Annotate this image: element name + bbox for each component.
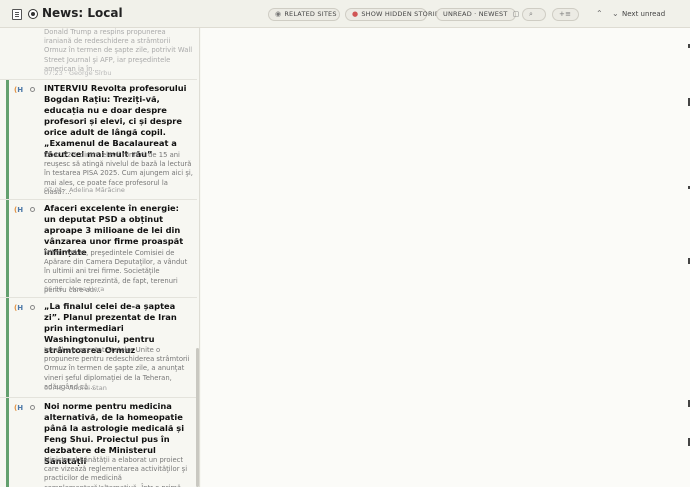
unread-dot-icon[interactable] — [30, 305, 35, 310]
chevron-down-nav-icon[interactable]: ⌄ — [612, 9, 619, 18]
story-meta: 07:01 · Adelina Mărăcine — [44, 186, 125, 194]
unread-indicator — [6, 200, 9, 297]
mark-read-icon: +≡ — [559, 10, 572, 18]
chevron-up-icon[interactable]: ⌃ — [596, 9, 603, 18]
unread-indicator — [6, 298, 9, 397]
show-hidden-stories-button[interactable]: ● SHOW HIDDEN STORIES — [345, 8, 443, 21]
unread-dot-icon[interactable] — [30, 207, 35, 212]
source-logo: H — [14, 86, 23, 94]
show-hidden-label: SHOW HIDDEN STORIES — [361, 10, 444, 18]
feed-title: News: Local — [42, 6, 123, 20]
story-time: 07:23 — [44, 69, 63, 77]
related-sites-label: RELATED SITES — [284, 10, 337, 18]
feed-header: News: Local ◉ RELATED SITES ● SHOW HIDDEN … — [0, 0, 690, 28]
story-snippet: Ministerul Sănătăţii a elaborat un proie… — [44, 456, 188, 487]
eye-icon: ◉ — [275, 10, 282, 18]
story-author: Adelina Mărăcine — [68, 186, 125, 194]
story-meta: 07:23 · George Sîrbu — [44, 69, 112, 77]
story-row[interactable]: H „La finalul celei de-a șaptea zi”. Pla… — [0, 298, 197, 398]
feed-icon — [12, 9, 22, 20]
source-logo: H — [14, 206, 23, 214]
story-content-pane — [201, 28, 690, 487]
story-meta: 06:56 · Mona Hera — [44, 285, 105, 293]
story-row[interactable]: H Afaceri excelente în energie: un deput… — [0, 200, 197, 298]
story-list[interactable]: Donald Trump a respins propunerea irania… — [0, 28, 200, 487]
related-sites-button[interactable]: ◉ RELATED SITES — [268, 8, 340, 21]
unread-dot-icon[interactable] — [30, 405, 35, 410]
story-row[interactable]: H Noi norme pentru medicina alternativă,… — [0, 398, 197, 487]
story-title[interactable]: INTERVIU Revolta profesorului Bogdan Raț… — [44, 83, 192, 160]
story-list-scrollbar[interactable] — [196, 348, 199, 487]
story-author: Mona Hera — [68, 285, 105, 293]
app-window: News: Local ◉ RELATED SITES ● SHOW HIDDEN … — [0, 0, 690, 487]
search-button[interactable]: ⌕ — [522, 8, 546, 21]
order-label: UNREAD · NEWEST — [443, 10, 508, 18]
story-meta: 00:46 · Andrei Stan — [44, 384, 107, 392]
next-unread-button[interactable]: Next unread — [622, 10, 665, 18]
story-time: 07:01 — [44, 186, 63, 194]
story-time: 00:46 — [44, 384, 63, 392]
story-row[interactable]: H INTERVIU Revolta profesorului Bogdan R… — [0, 80, 197, 200]
source-logo: H — [14, 304, 23, 312]
mark-read-button[interactable]: +≡ — [552, 8, 579, 21]
story-snippet: Donald Trump a respins propunerea irania… — [44, 28, 193, 73]
unread-dot-icon[interactable] — [30, 87, 35, 92]
story-author: Andrei Stan — [68, 384, 107, 392]
story-author: George Sîrbu — [68, 69, 112, 77]
hidden-icon: ● — [352, 10, 359, 18]
story-time: 06:56 — [44, 285, 63, 293]
story-row[interactable]: Donald Trump a respins propunerea irania… — [0, 28, 197, 80]
source-logo: H — [14, 404, 23, 412]
unread-indicator — [6, 80, 9, 199]
calendar-icon: ▢ — [512, 10, 520, 18]
unread-indicator — [6, 398, 9, 487]
unread-filter-icon[interactable] — [28, 9, 38, 19]
order-dropdown[interactable]: UNREAD · NEWEST ▢ ⌄ — [436, 8, 531, 21]
search-icon: ⌕ — [529, 10, 534, 18]
